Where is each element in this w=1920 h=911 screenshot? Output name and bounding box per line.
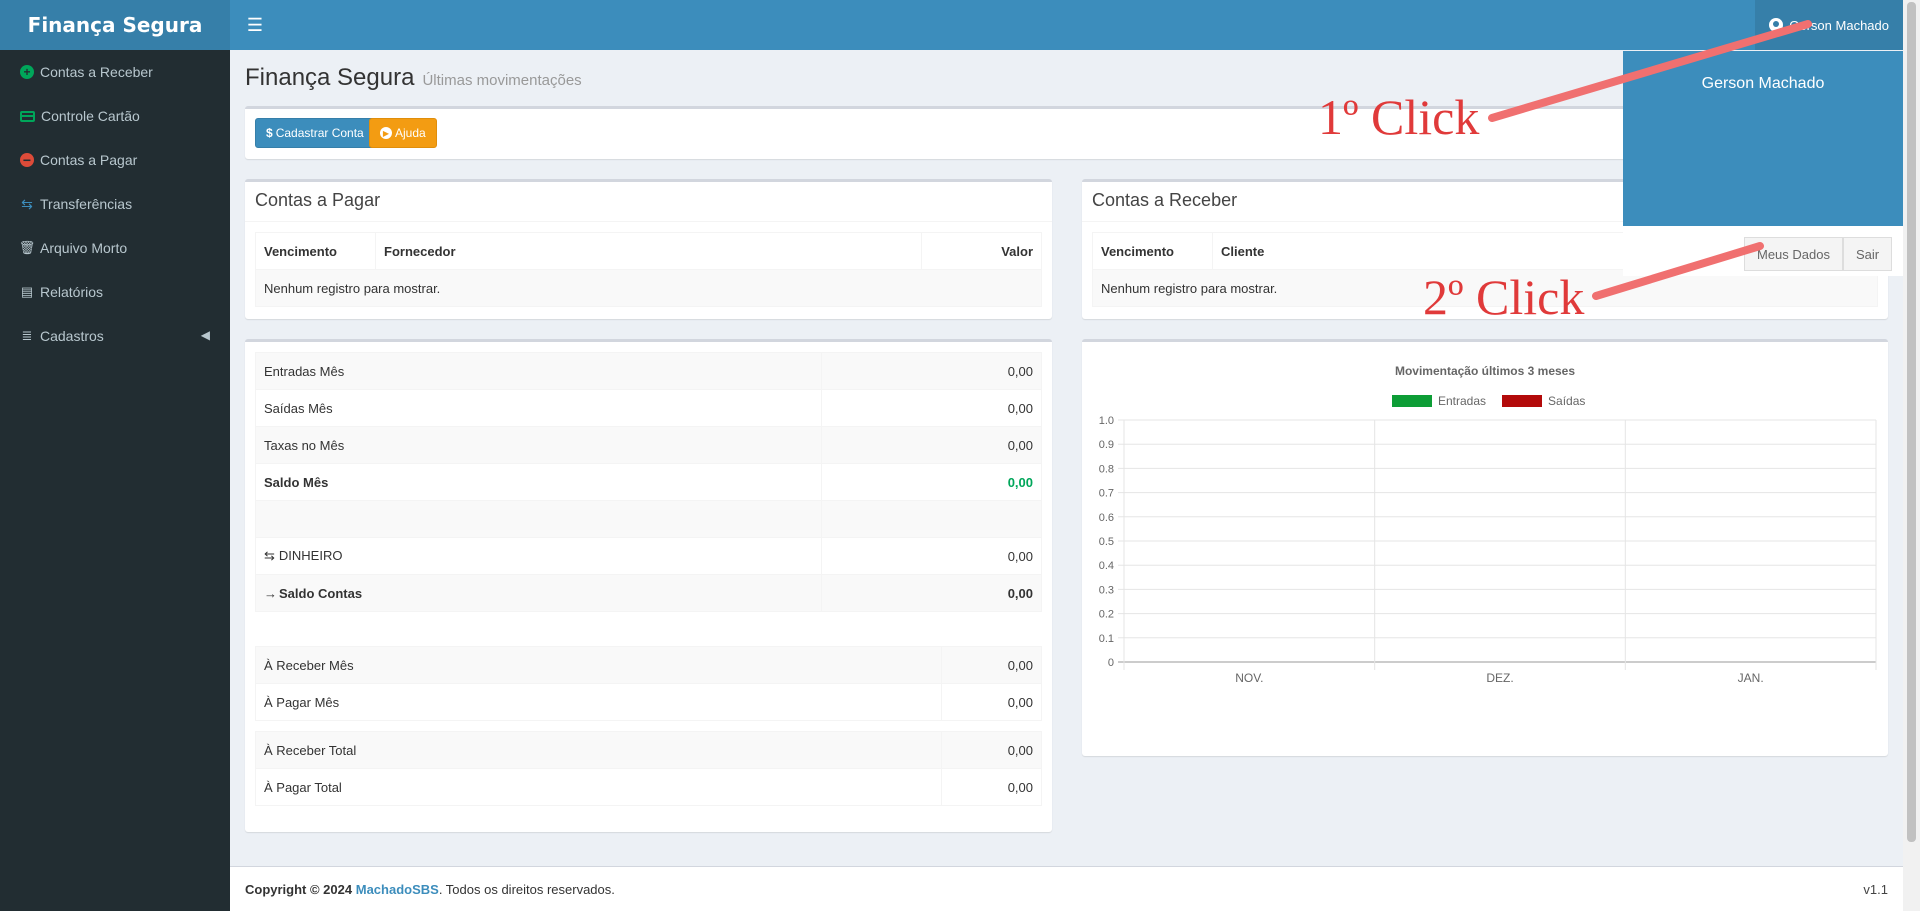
y-tick-label: 0.2 bbox=[1099, 609, 1114, 621]
company-link[interactable]: MachadoSBS bbox=[356, 882, 439, 897]
y-tick-label: 0.5 bbox=[1099, 536, 1114, 548]
page-title: Finança Segura bbox=[245, 64, 415, 91]
sidebar-item-label: Arquivo Morto bbox=[40, 240, 128, 256]
y-tick-label: 1.0 bbox=[1099, 415, 1114, 427]
database-icon: ≣ bbox=[21, 328, 33, 343]
credit-card-icon bbox=[20, 110, 35, 122]
copyright-text: Copyright © 2024 bbox=[245, 881, 353, 897]
logo-text: Finança Segura bbox=[27, 13, 203, 37]
sidebar-item-relatorios[interactable]: ▤ Relatórios bbox=[0, 270, 230, 314]
hamburger-icon[interactable]: ☰ bbox=[244, 14, 266, 36]
page-header: Finança Segura Últimas movimentações bbox=[245, 64, 582, 92]
summary-table: Entradas Mês 0,00 Saídas Mês 0,00 Taxas no… bbox=[255, 352, 1042, 612]
sidebar-item-label: Cadastros bbox=[40, 328, 104, 344]
previsao-total-table: À Receber Total 0,00 À Pagar Total 0,00 bbox=[255, 731, 1042, 806]
contas-pagar-box: Contas a Pagar Vencimento Fornecedor Val… bbox=[245, 179, 1052, 319]
sidebar-item-label: Transferências bbox=[40, 196, 133, 212]
dollar-icon: $ bbox=[266, 126, 273, 140]
rights-text: . Todos os direitos reservados. bbox=[438, 881, 615, 897]
transfer-icon: ⇆ bbox=[21, 195, 33, 212]
y-tick-label: 0.8 bbox=[1099, 463, 1114, 475]
table-row: À Pagar Mês 0,00 bbox=[255, 683, 1042, 721]
movimentacao-chart: 1.0 0.9 0.8 0.7 0.6 0.5 0.4 0.3 0.2 0.1 0 NOV. DEZ. J… bbox=[1099, 415, 1877, 685]
dropdown-header: Gerson Machado bbox=[1623, 51, 1903, 226]
y-tick-label: 0.9 bbox=[1099, 439, 1114, 451]
cadastrar-conta-label: Cadastrar Conta bbox=[275, 126, 364, 140]
table-row: Saldo Mês 0,00 bbox=[255, 463, 1042, 501]
page-scrollbar[interactable] bbox=[1903, 0, 1920, 911]
version-label: v1.1 bbox=[1863, 881, 1888, 897]
file-icon: ▤ bbox=[20, 284, 34, 299]
top-navbar: ☰ Gerson Machado bbox=[230, 0, 1903, 50]
y-tick-label: 0.1 bbox=[1099, 633, 1114, 645]
user-circle-icon bbox=[1769, 18, 1784, 32]
y-tick-label: 0.3 bbox=[1099, 584, 1114, 596]
ajuda-label: Ajuda bbox=[395, 126, 426, 140]
chevron-left-icon: ◀ bbox=[200, 328, 210, 342]
table-row: Taxas no Mês 0,00 bbox=[255, 426, 1042, 464]
meus-dados-button[interactable]: Meus Dados bbox=[1744, 237, 1843, 271]
footer: Copyright © 2024 MachadoSBS . Todos os d… bbox=[230, 866, 1903, 911]
contas-pagar-title: Contas a Pagar bbox=[245, 182, 1052, 222]
table-row: ⇆ DINHEIRO 0,00 bbox=[255, 537, 1042, 575]
x-tick-label: NOV. bbox=[1235, 671, 1263, 685]
chart-box: Movimentação últimos 3 meses Entradas Sa… bbox=[1082, 339, 1888, 756]
annotation-first-click: 1º Click bbox=[1318, 89, 1480, 145]
sair-button[interactable]: Sair bbox=[1843, 237, 1893, 271]
sidebar-item-cadastros[interactable]: ≣ Cadastros ◀ bbox=[0, 314, 230, 358]
cadastrar-conta-button[interactable]: $ Cadastrar Conta bbox=[255, 118, 375, 148]
col-valor[interactable]: Valor bbox=[921, 232, 1042, 270]
sidebar-item-label: Contas a Pagar bbox=[40, 152, 138, 168]
table-row: À Receber Total 0,00 bbox=[255, 731, 1042, 769]
user-menu-toggle[interactable]: Gerson Machado bbox=[1755, 0, 1903, 50]
arrow-right-icon: → bbox=[264, 585, 277, 601]
play-circle-icon: ▶ bbox=[380, 127, 392, 139]
annotation-second-click: 2º Click bbox=[1423, 269, 1585, 325]
user-name: Gerson Machado bbox=[1789, 17, 1889, 33]
sidebar-item-label: Relatórios bbox=[40, 284, 104, 300]
sidebar-item-transferencias[interactable]: ⇆ Transferências bbox=[0, 182, 230, 226]
x-tick-label: DEZ. bbox=[1486, 671, 1513, 685]
sidebar-item-contas-receber[interactable]: + Contas a Receber bbox=[0, 50, 230, 94]
dropdown-user-name: Gerson Machado bbox=[1701, 75, 1825, 92]
page-subtitle: Últimas movimentações bbox=[422, 72, 582, 89]
y-tick-label: 0.6 bbox=[1099, 512, 1114, 524]
trash-icon: 🗑 bbox=[18, 240, 36, 255]
sidebar-item-label: Contas a Receber bbox=[40, 64, 153, 80]
contas-pagar-table: Vencimento Fornecedor Valor Nenhum regis… bbox=[255, 232, 1042, 307]
table-row: Saídas Mês 0,00 bbox=[255, 389, 1042, 427]
y-tick-label: 0.4 bbox=[1099, 560, 1114, 572]
scrollbar-thumb[interactable] bbox=[1907, 2, 1916, 842]
sidebar-item-controle-cartao[interactable]: Controle Cartão bbox=[0, 94, 230, 138]
minus-circle-icon: − bbox=[20, 153, 34, 167]
col-fornecedor[interactable]: Fornecedor bbox=[375, 232, 922, 270]
sidebar-item-arquivo-morto[interactable]: 🗑 Arquivo Morto bbox=[0, 226, 230, 270]
y-tick-label: 0 bbox=[1108, 657, 1114, 669]
transfer-icon: ⇆ bbox=[264, 548, 275, 563]
app-logo[interactable]: Finança Segura bbox=[0, 0, 230, 50]
y-tick-label: 0.7 bbox=[1099, 488, 1114, 500]
table-row-empty bbox=[255, 500, 1042, 538]
user-dropdown: Gerson Machado Meus Dados Sair bbox=[1623, 51, 1903, 276]
col-vencimento[interactable]: Vencimento bbox=[255, 232, 376, 270]
previsao-mes-table: À Receber Mês 0,00 À Pagar Mês 0,00 bbox=[255, 646, 1042, 721]
sidebar-item-label: Controle Cartão bbox=[41, 108, 140, 124]
plus-circle-icon: + bbox=[20, 65, 34, 79]
sidebar-item-contas-pagar[interactable]: − Contas a Pagar bbox=[0, 138, 230, 182]
summary-box: Entradas Mês 0,00 Saídas Mês 0,00 Taxas no… bbox=[245, 339, 1052, 832]
table-row: → Saldo Contas 0,00 bbox=[255, 574, 1042, 612]
x-tick-label: JAN. bbox=[1738, 671, 1764, 685]
table-row: Entradas Mês 0,00 bbox=[255, 352, 1042, 390]
sidebar: + Contas a Receber Controle Cartão − Con… bbox=[0, 50, 230, 911]
table-row: À Receber Mês 0,00 bbox=[255, 646, 1042, 684]
ajuda-button[interactable]: ▶ Ajuda bbox=[369, 118, 437, 148]
table-row: À Pagar Total 0,00 bbox=[255, 768, 1042, 806]
empty-message: Nenhum registro para mostrar. bbox=[255, 269, 1042, 307]
col-vencimento[interactable]: Vencimento bbox=[1092, 232, 1213, 270]
